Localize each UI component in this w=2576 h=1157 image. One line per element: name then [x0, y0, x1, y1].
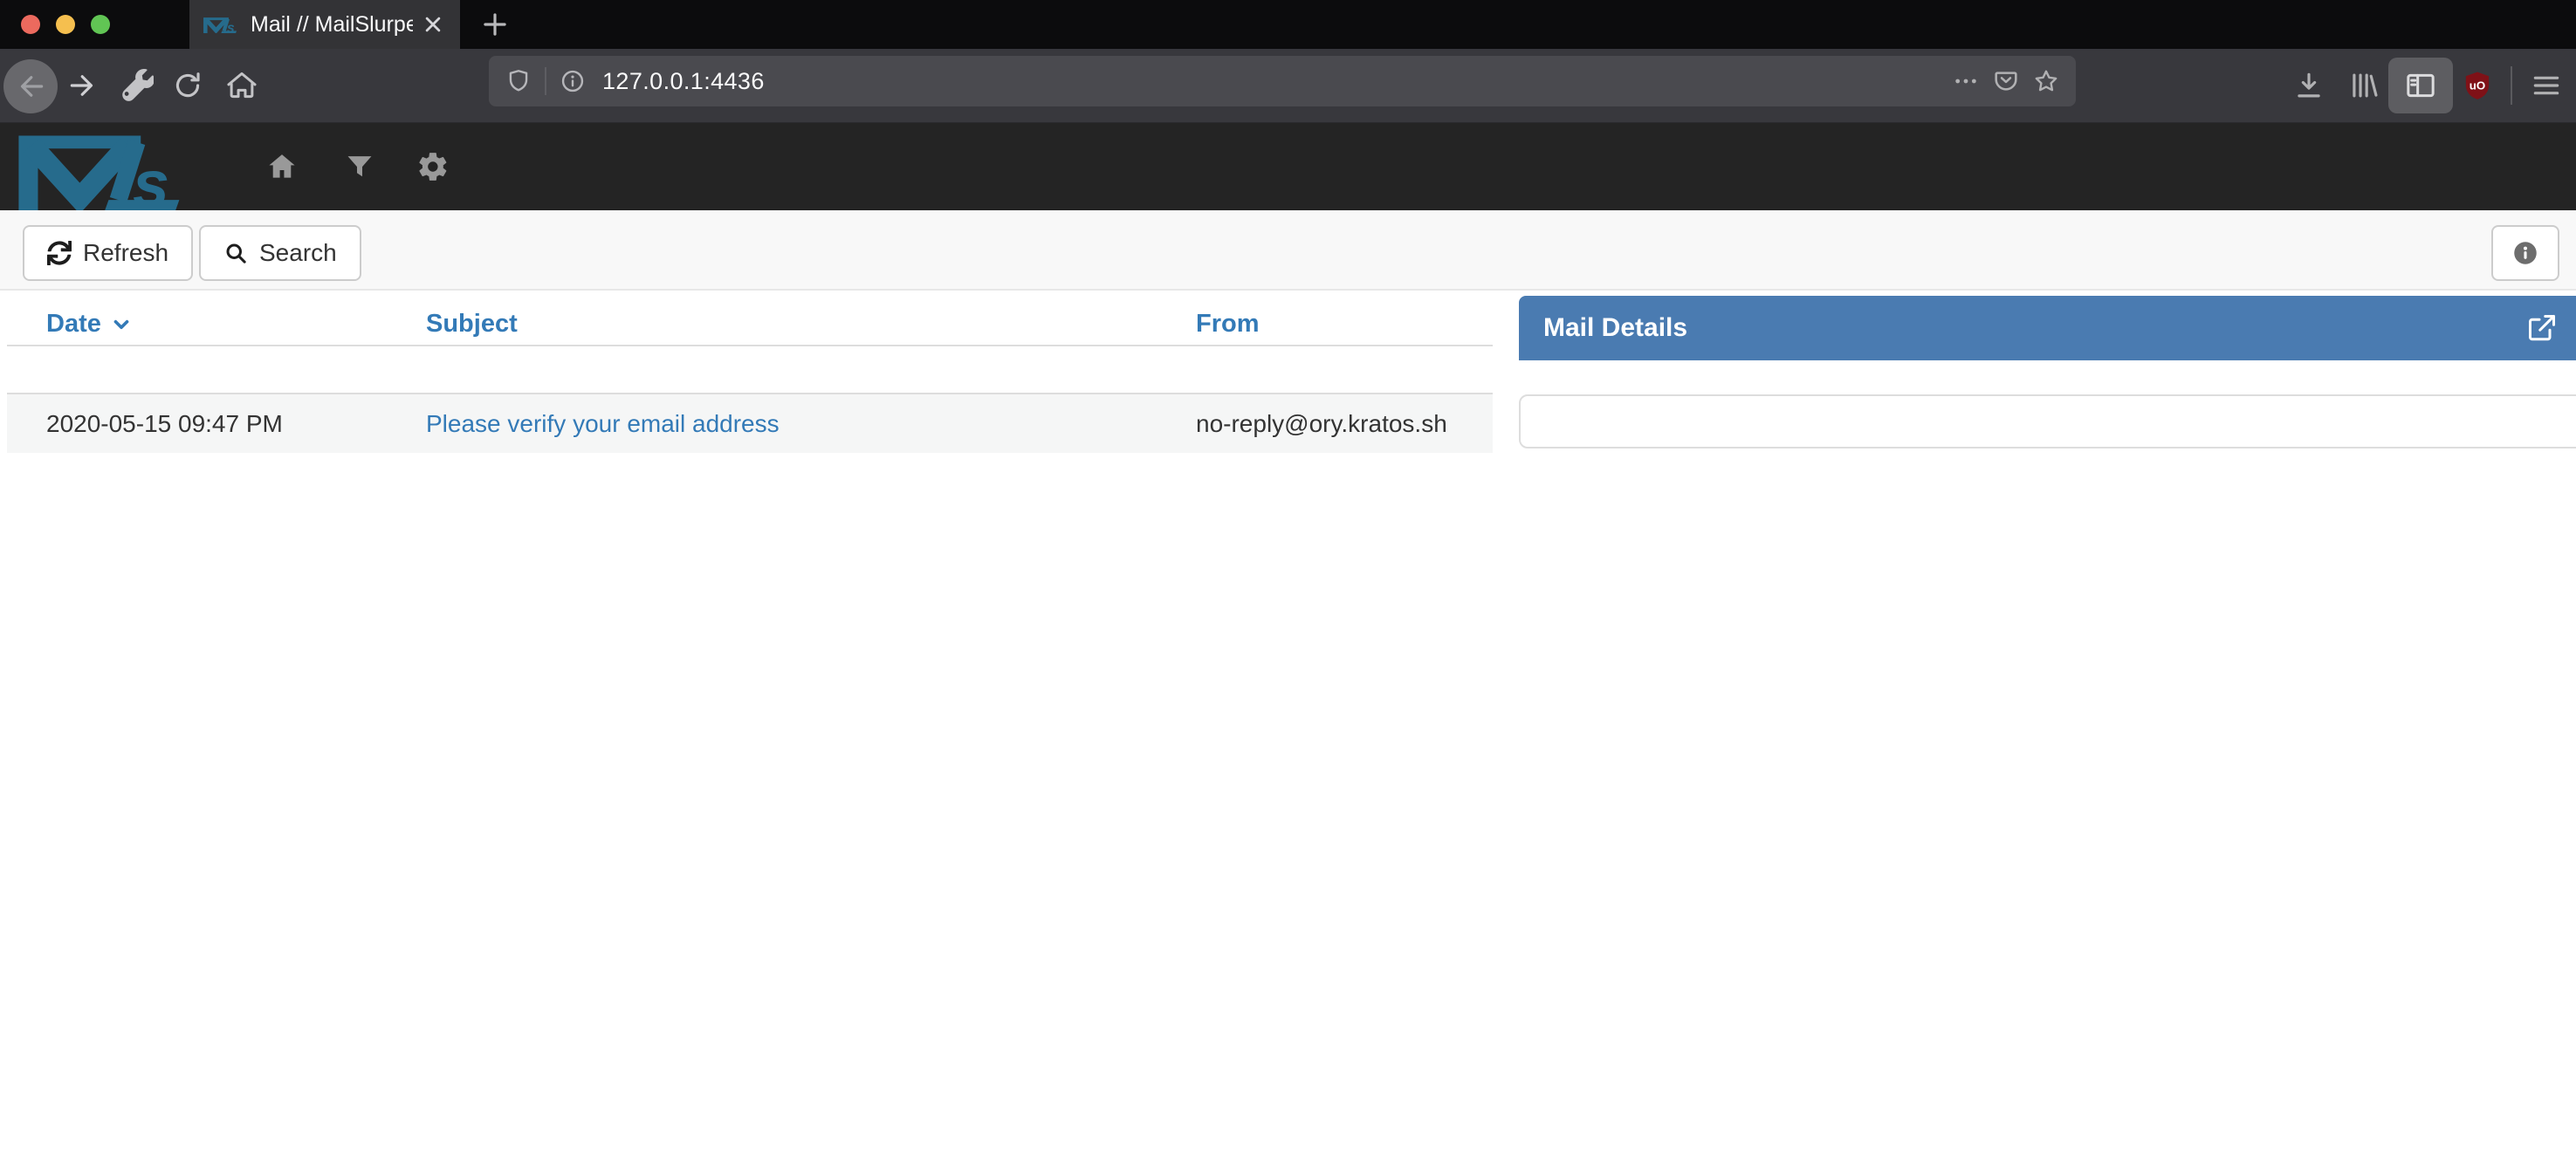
external-link-icon[interactable] [2526, 312, 2558, 344]
site-info-icon[interactable] [559, 67, 587, 95]
mail-details-panel: Mail Details [1519, 296, 2576, 448]
column-header-from: From [1157, 304, 1493, 345]
tab-title: Mail // MailSlurper [251, 12, 413, 38]
close-window-button[interactable] [21, 15, 40, 34]
column-header-date[interactable]: Date [7, 304, 387, 345]
browser-tab[interactable]: s Mail // MailSlurper [189, 0, 460, 49]
toolbar-separator [2511, 66, 2512, 105]
table-row[interactable]: 2020-05-15 09:47 PM Please verify your e… [7, 393, 1493, 453]
mail-subject-link[interactable]: Please verify your email address [426, 410, 780, 438]
app-home-icon[interactable] [265, 150, 299, 183]
mailslurper-logo: s [17, 131, 189, 211]
gear-icon[interactable] [416, 150, 450, 183]
mail-list-header-row: Date Subject From [7, 304, 1493, 346]
library-icon[interactable] [2347, 69, 2380, 102]
url-bar[interactable]: 127.0.0.1:4436 [489, 56, 2076, 106]
browser-titlebar: s Mail // MailSlurper [0, 0, 2576, 49]
mail-details-title: Mail Details [1543, 313, 1687, 343]
forward-icon[interactable] [66, 69, 100, 102]
search-icon [223, 241, 248, 265]
urlbar-divider [545, 67, 546, 95]
browser-navbar: 127.0.0.1:4436 uO [0, 49, 2576, 123]
refresh-button-label: Refresh [83, 239, 168, 267]
mail-from-cell: no-reply@ory.kratos.sh [1157, 394, 1493, 453]
tracking-shield-icon[interactable] [505, 67, 532, 95]
new-tab-icon[interactable] [478, 8, 512, 41]
refresh-icon [47, 241, 72, 265]
tab-favicon-mailslurper-icon: s [203, 17, 238, 33]
search-button-label: Search [259, 239, 337, 267]
sort-caret-down-icon [110, 313, 133, 336]
column-header-subject: Subject [387, 304, 1157, 345]
mail-date-cell: 2020-05-15 09:47 PM [7, 394, 387, 453]
download-icon[interactable] [2292, 69, 2325, 102]
sidebar-toggle-icon [2403, 68, 2438, 103]
filter-icon[interactable] [343, 150, 376, 183]
mail-details-body [1519, 394, 2576, 448]
home-icon[interactable] [225, 69, 258, 102]
mail-details-heading: Mail Details [1519, 296, 2576, 360]
url-text[interactable]: 127.0.0.1:4436 [602, 68, 765, 95]
ublock-origin-icon[interactable]: uO [2461, 69, 2494, 102]
info-circle-icon [2511, 238, 2540, 268]
sidebar-toggle-button[interactable] [2388, 58, 2453, 113]
pocket-icon[interactable] [1992, 67, 2020, 95]
refresh-button[interactable]: Refresh [23, 225, 193, 281]
page-toolbar: Refresh Search [0, 210, 2576, 291]
svg-text:uO: uO [2470, 79, 2485, 92]
search-button[interactable]: Search [199, 225, 361, 281]
menu-icon[interactable] [2530, 69, 2563, 102]
app-header: s [0, 123, 2576, 210]
wrench-icon[interactable] [120, 69, 154, 102]
page-actions-icon[interactable] [1952, 67, 1980, 95]
tab-close-icon[interactable] [420, 11, 446, 38]
back-icon [14, 70, 47, 103]
about-button[interactable] [2491, 225, 2559, 281]
bookmark-star-icon[interactable] [2032, 67, 2060, 95]
mail-subject-cell: Please verify your email address [387, 394, 1157, 453]
mail-list-table: Date Subject From 2020-05-15 09:47 PM Pl… [7, 304, 1493, 453]
table-row-empty [7, 346, 1493, 393]
minimize-window-button[interactable] [56, 15, 75, 34]
maximize-window-button[interactable] [91, 15, 110, 34]
reload-icon[interactable] [171, 69, 204, 102]
back-button[interactable] [3, 59, 58, 113]
